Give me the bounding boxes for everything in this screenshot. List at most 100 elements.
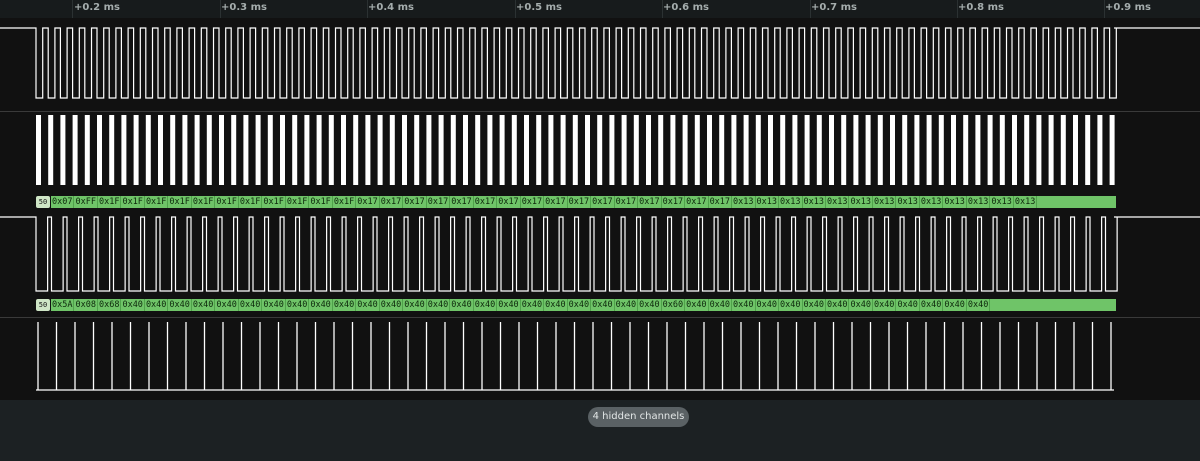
channel-3-track[interactable] xyxy=(0,318,1200,396)
decoder-byte: 0x13 xyxy=(803,196,826,208)
decoder-byte: 0x40 xyxy=(803,299,826,311)
decoder-byte: 0x40 xyxy=(780,299,803,311)
decoder-byte: 0x40 xyxy=(897,299,920,311)
channel-0-waveform xyxy=(0,27,1200,99)
hidden-channels-button[interactable]: 4 hidden channels xyxy=(588,407,689,427)
decoder-byte: 0x1F xyxy=(192,196,216,208)
decoder-byte: 0x1F xyxy=(239,196,263,208)
decoder-byte: 0x1F xyxy=(216,196,239,208)
decoder-byte: 0x40 xyxy=(686,299,709,311)
decoder-byte: 0x40 xyxy=(850,299,873,311)
channel-1-waveform xyxy=(36,115,1115,185)
decoder-byte: 0x1F xyxy=(286,196,310,208)
decoder-byte: 0x40 xyxy=(145,299,169,311)
decoder-byte: 0x40 xyxy=(639,299,662,311)
decoder-byte: 0x40 xyxy=(357,299,380,311)
decoder-byte: 0x17 xyxy=(568,196,592,208)
decoder-byte: 0x40 xyxy=(733,299,756,311)
decoder-byte: 0x17 xyxy=(380,196,404,208)
ruler-tick: +0.3 ms xyxy=(221,2,267,13)
ruler-tick: +0.2 ms xyxy=(74,2,120,13)
decoder-byte: 0x13 xyxy=(826,196,850,208)
decoder-byte: 0x17 xyxy=(686,196,709,208)
decoder-byte: 0x17 xyxy=(427,196,451,208)
decoder-byte: 0xFF xyxy=(75,196,98,208)
decoder-address-badge: 50 xyxy=(36,299,50,311)
decoder-byte: 0x07 xyxy=(52,196,75,208)
decoder-byte: 0x17 xyxy=(662,196,686,208)
decoder-byte: 0x13 xyxy=(944,196,967,208)
decoder-byte: 0x40 xyxy=(967,299,991,311)
decoder-byte: 0x13 xyxy=(873,196,897,208)
decoder-byte: 0x1F xyxy=(122,196,145,208)
decoder-byte: 0x40 xyxy=(944,299,967,311)
ruler-tick: +0.9 ms xyxy=(1105,2,1151,13)
decoder-byte: 0x40 xyxy=(169,299,192,311)
decoder-byte: 0x40 xyxy=(920,299,944,311)
decoder-byte: 0x17 xyxy=(404,196,427,208)
decoder-row-1[interactable]: 50 0x5A 0x08 0x68 0x40 0x40 0x40 0x40 0x40 0x40 0… xyxy=(36,298,1116,312)
decoder-byte: 0x17 xyxy=(451,196,474,208)
decoder-byte: 0x17 xyxy=(709,196,733,208)
ruler-tick: +0.5 ms xyxy=(516,2,562,13)
decoder-byte: 0x40 xyxy=(427,299,451,311)
decoder-byte: 0x17 xyxy=(521,196,545,208)
decoder-byte: 0x40 xyxy=(498,299,521,311)
decoder-byte: 0x40 xyxy=(568,299,592,311)
decoder-byte: 0x40 xyxy=(122,299,145,311)
decoder-byte: 0x13 xyxy=(991,196,1014,208)
decoder-byte: 0x17 xyxy=(357,196,380,208)
decoder-byte: 0x40 xyxy=(826,299,850,311)
decoder-byte: 0x40 xyxy=(333,299,357,311)
decoder-byte: 0x1F xyxy=(169,196,192,208)
decoder-byte: 0x13 xyxy=(780,196,803,208)
decoder-byte: 0x40 xyxy=(216,299,239,311)
decoder-byte: 0x40 xyxy=(521,299,545,311)
decoder-byte: 0x40 xyxy=(709,299,733,311)
decoder-bytes: 0x5A 0x08 0x68 0x40 0x40 0x40 0x40 0x40 0x40 0x40… xyxy=(51,299,1116,311)
channel-2-track[interactable] xyxy=(0,213,1200,297)
tick-mark xyxy=(72,0,73,18)
decoder-byte: 0x40 xyxy=(239,299,263,311)
decoder-byte: 0x08 xyxy=(75,299,98,311)
waveform-area[interactable]: 50 0x07 0xFF 0x1F 0x1F 0x1F 0x1F 0x1F 0x1F 0x1F 0… xyxy=(0,18,1200,400)
decoder-byte: 0x40 xyxy=(756,299,780,311)
decoder-byte: 0x5A xyxy=(52,299,75,311)
decoder-byte: 0x1F xyxy=(310,196,333,208)
decoder-byte: 0x13 xyxy=(967,196,991,208)
decoder-byte: 0x68 xyxy=(98,299,122,311)
decoder-byte: 0x40 xyxy=(474,299,498,311)
decoder-byte: 0x40 xyxy=(592,299,615,311)
decoder-byte: 0x17 xyxy=(592,196,615,208)
decoder-byte: 0x40 xyxy=(310,299,333,311)
channel-3-waveform xyxy=(36,322,1114,391)
decoder-byte: 0x13 xyxy=(897,196,920,208)
time-ruler[interactable]: +0.2 ms +0.3 ms +0.4 ms +0.5 ms +0.6 ms … xyxy=(0,0,1200,18)
ruler-tick: +0.4 ms xyxy=(368,2,414,13)
channel-0-track[interactable] xyxy=(0,18,1200,110)
decoder-byte: 0x40 xyxy=(263,299,286,311)
decoder-byte: 0x40 xyxy=(404,299,427,311)
decoder-byte: 0x1F xyxy=(263,196,286,208)
ruler-tick: +0.6 ms xyxy=(663,2,709,13)
decoder-byte: 0x13 xyxy=(733,196,756,208)
decoder-byte: 0x40 xyxy=(380,299,404,311)
decoder-byte: 0x1F xyxy=(333,196,357,208)
decoder-byte: 0x17 xyxy=(639,196,662,208)
decoder-byte: 0x13 xyxy=(920,196,944,208)
decoder-byte: 0x13 xyxy=(1014,196,1038,208)
decoder-byte: 0x13 xyxy=(756,196,780,208)
decoder-byte: 0x40 xyxy=(192,299,216,311)
decoder-address-badge: 50 xyxy=(36,196,50,208)
decoder-row-0[interactable]: 50 0x07 0xFF 0x1F 0x1F 0x1F 0x1F 0x1F 0x1F 0x1F 0… xyxy=(36,195,1116,209)
ruler-tick: +0.7 ms xyxy=(811,2,857,13)
decoder-byte: 0x40 xyxy=(545,299,568,311)
decoder-byte: 0x17 xyxy=(474,196,498,208)
decoder-byte: 0x1F xyxy=(98,196,122,208)
decoder-byte: 0x40 xyxy=(286,299,310,311)
decoder-byte: 0x40 xyxy=(615,299,639,311)
channel-1-track[interactable] xyxy=(0,112,1200,190)
decoder-byte: 0x17 xyxy=(545,196,568,208)
decoder-byte: 0x40 xyxy=(873,299,897,311)
decoder-byte: 0x17 xyxy=(498,196,521,208)
